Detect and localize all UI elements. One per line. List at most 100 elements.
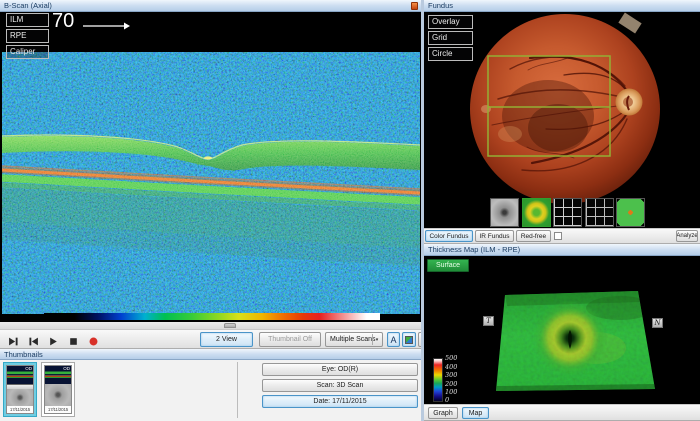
nasal-label: N — [654, 319, 660, 327]
multiple-scans-label: Multiple Scans — [330, 336, 376, 343]
scan-info-button[interactable]: Scan: 3D Scan — [262, 379, 418, 392]
ilm-tool-button[interactable]: ILM — [6, 13, 49, 27]
splitter-handle[interactable] — [224, 323, 236, 328]
record-icon[interactable] — [88, 334, 99, 345]
thumbnail-off-label: Thumbnail Off — [268, 336, 312, 343]
thickness-titlebar: Thickness Map (ILM - RPE) — [424, 244, 700, 256]
scale-label-500: 500 — [445, 354, 457, 362]
temporal-marker: T — [483, 316, 494, 326]
scale-label-200: 200 — [445, 380, 457, 388]
caliper-tool-button[interactable]: Caliper — [6, 45, 49, 59]
grid-mini-thumbnail[interactable] — [553, 198, 582, 227]
scan-thumbnail[interactable]: OD 17/11/2015 — [41, 362, 75, 417]
bscan-image — [2, 52, 420, 314]
scan-thumbnail-selected[interactable]: OD 17/11/2015 — [3, 362, 37, 417]
grid2-mini-thumbnail[interactable] — [585, 198, 614, 227]
analyze-label: Analyze — [676, 233, 697, 239]
fundus-titlebar: Fundus — [424, 0, 700, 12]
text-annotation-label: A — [390, 335, 396, 345]
stop-icon[interactable] — [68, 334, 79, 345]
thumb-fundus — [45, 384, 71, 408]
fundus-title: Fundus — [428, 1, 453, 10]
chevron-down-icon[interactable]: ▾ — [372, 334, 381, 345]
thickness-canvas[interactable]: Surface T N 500 400 300 200 100 0 — [424, 256, 700, 404]
thumb-eye-label: OD — [25, 366, 32, 371]
circle-label: Circle — [432, 49, 452, 58]
thickness-panel: Thickness Map (ILM - RPE) — [424, 244, 700, 421]
thumb-eye-label: OD — [63, 366, 70, 371]
thickness-footer: Graph Map — [424, 404, 700, 421]
ir-fundus-button[interactable]: IR Fundus — [475, 230, 514, 242]
scale-label-400: 400 — [445, 363, 457, 371]
fundus-panel: Fundus — [424, 0, 700, 244]
thumbnails-title: Thumbnails — [4, 350, 43, 359]
bscan-toolbar: 2 View Thumbnail Off Multiple Scans ▾ A — [0, 329, 422, 349]
scale-label-300: 300 — [445, 371, 457, 379]
two-view-button[interactable]: 2 View — [200, 332, 253, 347]
grid-label: Grid — [432, 33, 447, 42]
nasal-marker: N — [652, 318, 663, 328]
bscan-canvas[interactable]: ILM RPE Caliper 70 — [0, 12, 422, 322]
circle-tool-button[interactable]: Circle — [428, 47, 473, 61]
grid-tool-button[interactable]: Grid — [428, 31, 473, 45]
map-button[interactable]: Map — [462, 407, 489, 419]
overlay-label: Overlay — [432, 17, 460, 26]
oct-review-screen: B-Scan (Axial) — [0, 0, 700, 421]
frame-number: 70 — [52, 12, 74, 33]
surface-label: Surface — [436, 262, 460, 269]
caliper-label: Caliper — [10, 47, 35, 56]
thumbnail-off-button[interactable]: Thumbnail Off — [259, 332, 321, 347]
graph-label: Graph — [433, 410, 452, 417]
ir-fundus-label: IR Fundus — [480, 233, 510, 240]
thickness-color-scale — [433, 358, 443, 402]
bscan-title: B-Scan (Axial) — [4, 1, 52, 10]
eye-info-label: Eye: OD(R) — [322, 366, 358, 373]
thumbnails-panel: Thumbnails OD 17/11/2015 OD 17/11 — [0, 349, 422, 421]
pin-icon[interactable] — [411, 2, 418, 10]
fundus-footer: Color Fundus IR Fundus Red-free Analyze — [424, 228, 700, 244]
color-fundus-label: Color Fundus — [429, 233, 468, 240]
rpe-label: RPE — [10, 31, 26, 40]
thickness-mini-thumbnail[interactable] — [522, 198, 551, 227]
scale-label-100: 100 — [445, 388, 457, 396]
surface-button[interactable]: Surface — [427, 259, 469, 272]
eye-info-button[interactable]: Eye: OD(R) — [262, 363, 418, 376]
date-info-button[interactable]: Date: 17/11/2015 — [262, 395, 418, 408]
scan-info-label: Scan: 3D Scan — [317, 382, 364, 389]
skip-end-icon[interactable] — [8, 334, 19, 345]
palette-icon — [405, 336, 413, 344]
overlay-tool-button[interactable]: Overlay — [428, 15, 473, 29]
two-view-label: 2 View — [216, 336, 237, 343]
ilm-label: ILM — [10, 15, 23, 24]
thumb-date: 17/11/2015 — [7, 406, 33, 413]
thumb-date: 17/11/2015 — [45, 406, 71, 413]
thumbnails-titlebar: Thumbnails — [0, 349, 422, 360]
multiple-scans-dropdown[interactable]: Multiple Scans ▾ — [325, 332, 383, 347]
red-free-button[interactable]: Red-free — [516, 230, 551, 242]
graph-button[interactable]: Graph — [428, 407, 458, 419]
bscan-panel: B-Scan (Axial) — [0, 0, 422, 322]
date-info-label: Date: 17/11/2015 — [313, 398, 366, 405]
scale-label-0: 0 — [445, 396, 449, 404]
etdrs-mini-thumbnail[interactable] — [616, 198, 645, 227]
thickness-title: Thickness Map (ILM - RPE) — [428, 245, 520, 254]
red-free-checkbox[interactable] — [554, 232, 562, 240]
intensity-color-scale — [44, 313, 380, 320]
color-palette-button[interactable] — [402, 332, 416, 347]
play-icon[interactable] — [48, 334, 59, 345]
color-fundus-button[interactable]: Color Fundus — [425, 230, 473, 242]
scan-direction-arrow — [82, 20, 130, 32]
rpe-tool-button[interactable]: RPE — [6, 29, 49, 43]
bscan-titlebar: B-Scan (Axial) — [0, 0, 422, 12]
text-annotation-button[interactable]: A — [387, 332, 400, 347]
thickness-3d-map — [424, 256, 700, 404]
analyze-button[interactable]: Analyze — [676, 230, 698, 242]
bscan-splitter[interactable] — [0, 322, 422, 329]
red-free-label: Red-free — [521, 233, 546, 240]
fundus-mini-thumbnail[interactable] — [490, 198, 519, 227]
temporal-label: T — [486, 317, 491, 325]
thumbnails-divider — [237, 362, 238, 418]
map-label: Map — [469, 410, 483, 417]
fundus-canvas[interactable]: Overlay Grid Circle — [424, 12, 700, 228]
skip-start-icon[interactable] — [28, 334, 39, 345]
